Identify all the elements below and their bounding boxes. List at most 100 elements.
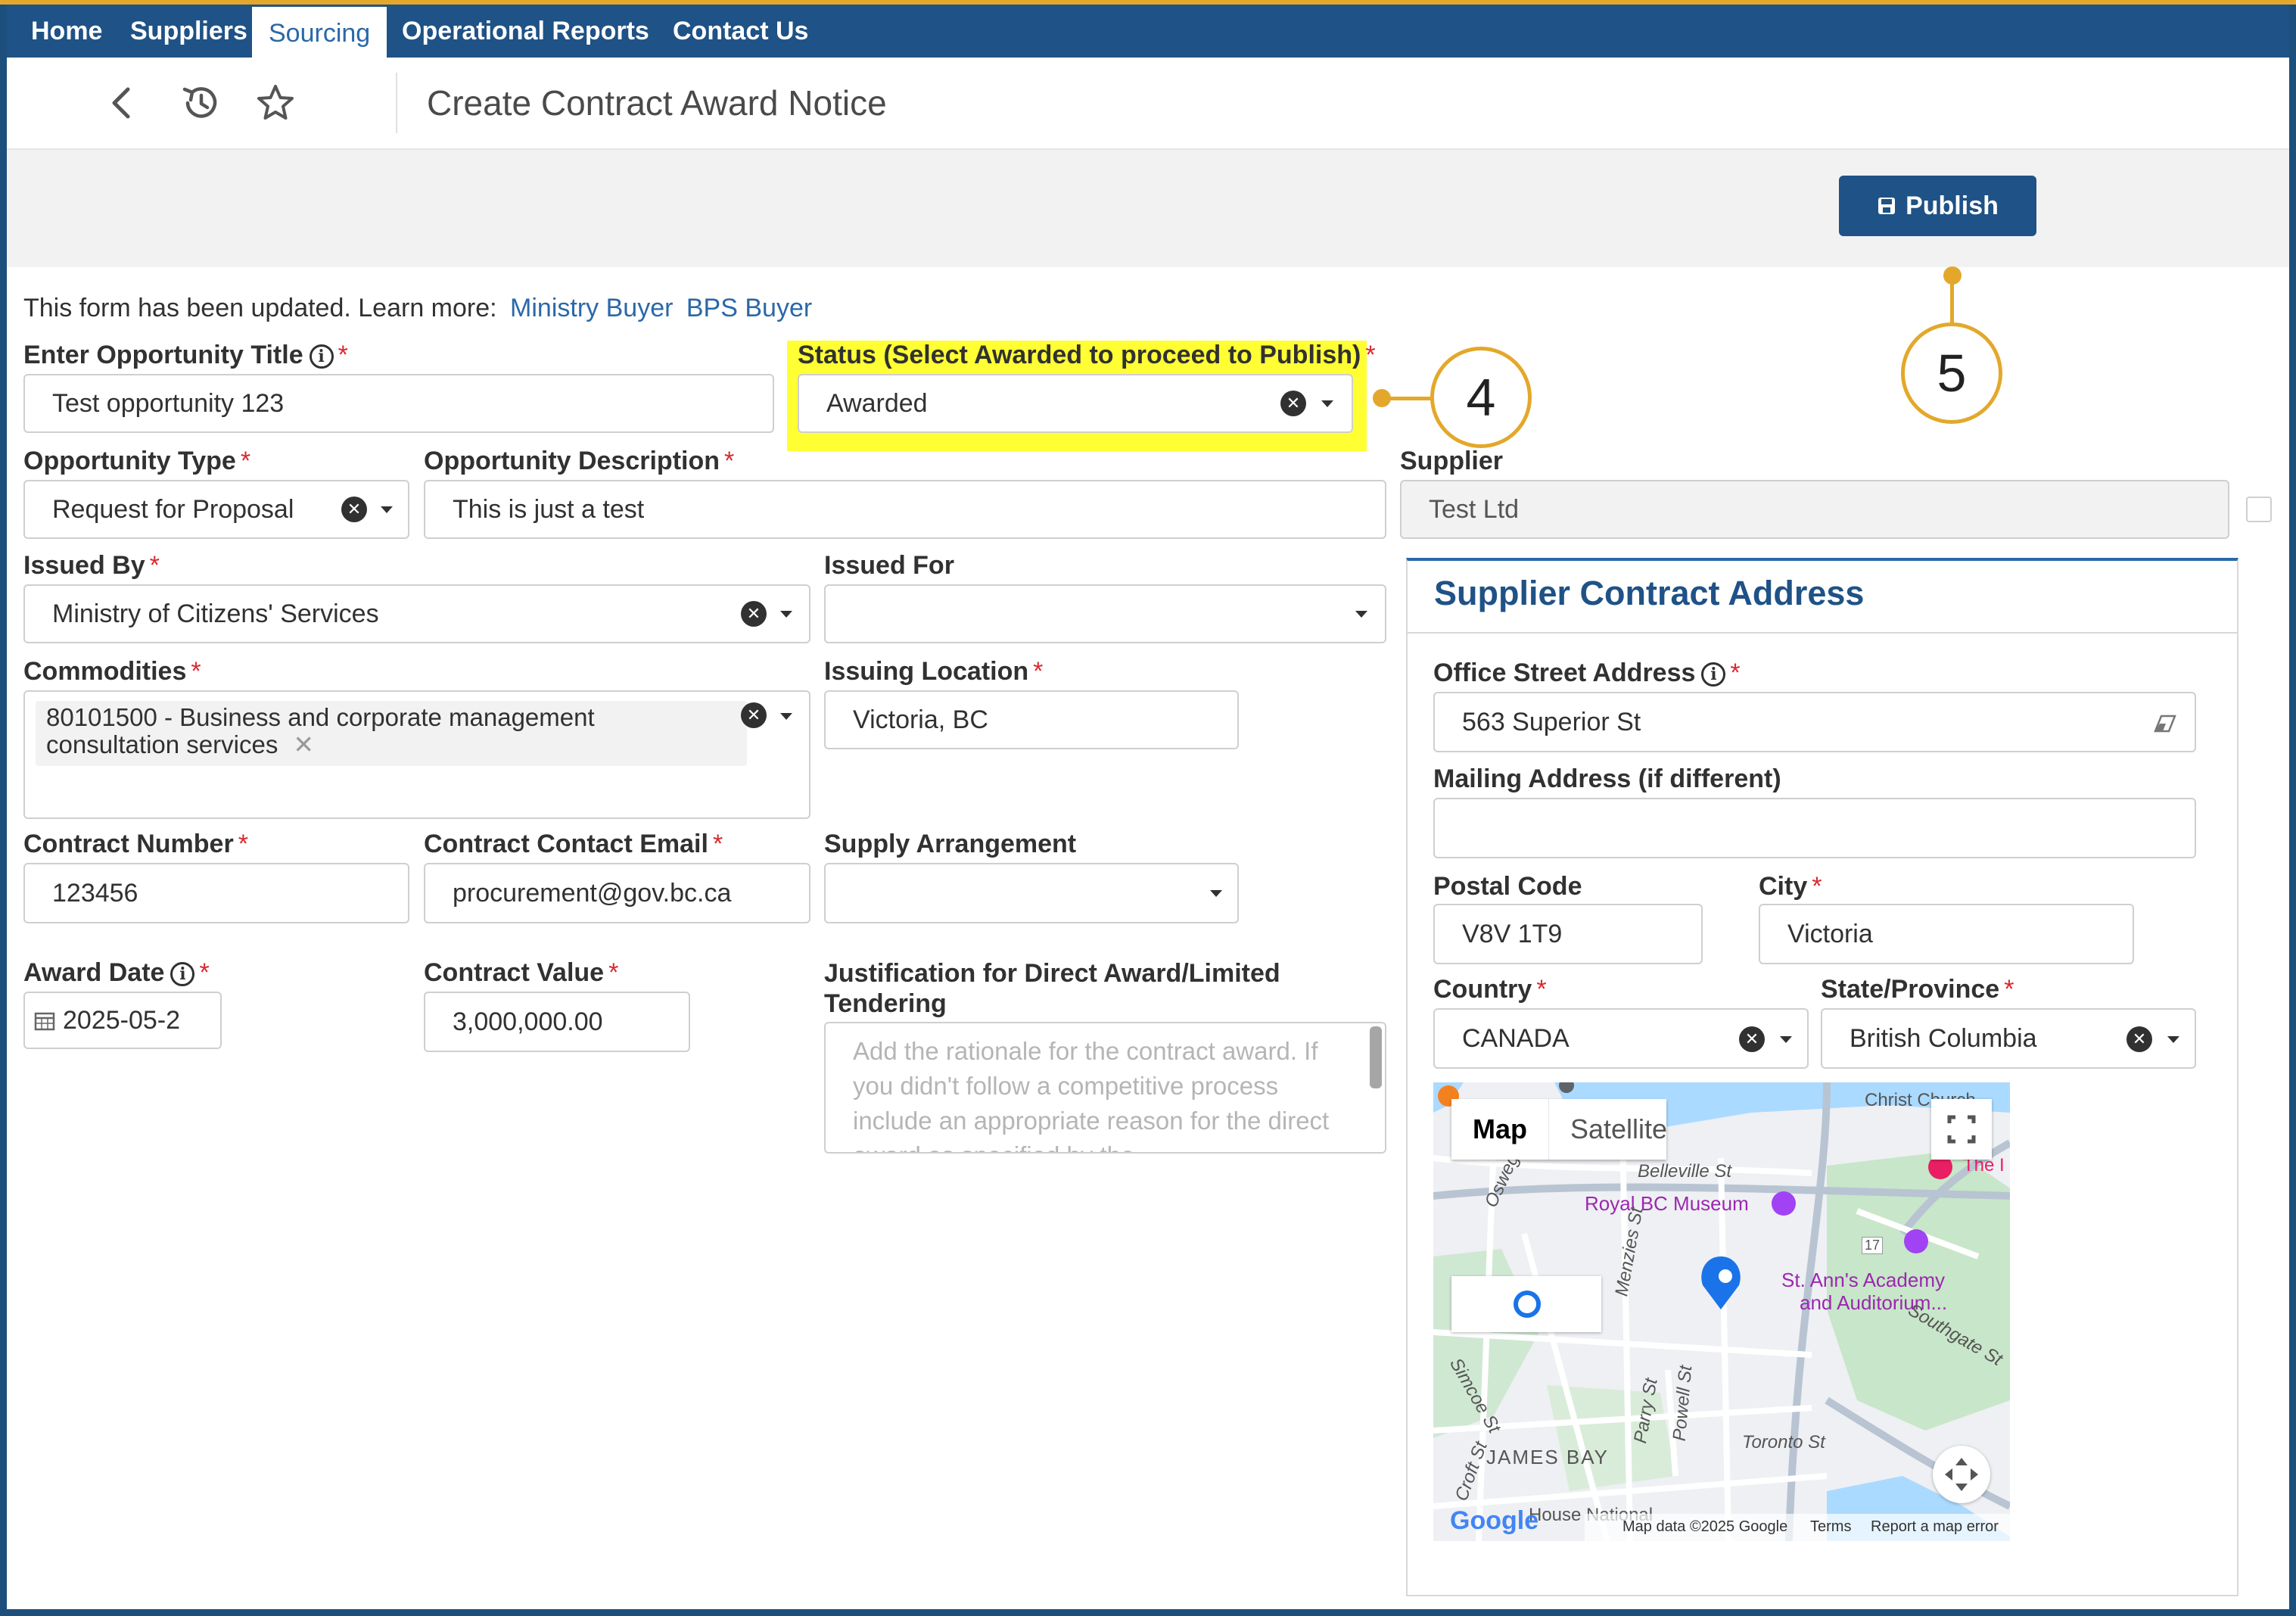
map-label-route-17: 17 [1862, 1237, 1884, 1254]
country-label: Country * [1433, 975, 1547, 1004]
street-address-input[interactable]: 563 Superior St [1433, 692, 2196, 752]
remove-tag-icon[interactable]: ✕ [293, 730, 314, 758]
issuing-location-input[interactable]: Victoria, BC [824, 690, 1239, 749]
opportunity-description-value: This is just a test [453, 494, 645, 524]
chevron-down-icon[interactable] [381, 506, 393, 513]
ministry-buyer-link[interactable]: Ministry Buyer [510, 294, 673, 322]
history-icon[interactable] [177, 79, 226, 127]
postal-code-input[interactable]: V8V 1T9 [1433, 904, 1703, 964]
contract-number-input[interactable]: 123456 [23, 863, 409, 923]
justification-textarea[interactable]: Add the rationale for the contract award… [824, 1022, 1386, 1154]
chevron-down-icon[interactable] [1355, 611, 1367, 618]
callout-4-line [1382, 397, 1432, 400]
fullscreen-button[interactable] [1931, 1099, 1992, 1160]
top-nav: Home Suppliers Sourcing Operational Repo… [7, 5, 2289, 58]
chevron-down-icon[interactable] [1210, 890, 1222, 897]
map-tab[interactable]: Map [1451, 1099, 1548, 1160]
contract-value-value: 3,000,000.00 [453, 1007, 603, 1036]
supplier-address-title: Supplier Contract Address [1434, 574, 1865, 612]
textarea-scrollbar[interactable] [1370, 1026, 1382, 1088]
contract-email-input[interactable]: procurement@gov.bc.ca [424, 863, 810, 923]
nav-suppliers[interactable]: Suppliers [114, 5, 264, 58]
state-province-value: British Columbia [1850, 1023, 2037, 1053]
country-value: CANADA [1462, 1023, 1570, 1053]
map-label-belleville: Belleville St [1638, 1161, 1732, 1182]
chevron-left-icon[interactable] [99, 79, 148, 127]
justification-label: Justification for Direct Award/Limited T… [824, 959, 1280, 1018]
nav-operational-reports[interactable]: Operational Reports [385, 5, 666, 58]
supplier-label: Supplier [1400, 447, 1504, 475]
my-location-icon [1514, 1291, 1541, 1318]
chevron-down-icon[interactable] [1780, 1036, 1792, 1043]
contract-email-label: Contract Contact Email * [424, 830, 723, 858]
star-icon[interactable] [251, 79, 300, 127]
chevron-down-icon[interactable] [1321, 400, 1333, 407]
postal-code-label: Postal Code [1433, 872, 1582, 901]
commodity-tag-line2: consultation services [46, 730, 278, 758]
issued-for-label: Issued For [824, 551, 954, 580]
callout-5-line [1950, 274, 1954, 322]
contract-number-label: Contract Number * [23, 830, 248, 858]
map-label-st-anns-1: St. Ann's Academy [1781, 1269, 1945, 1291]
justification-placeholder: Add the rationale for the contract award… [853, 1037, 1330, 1152]
country-select[interactable]: CANADA ✕ [1433, 1008, 1809, 1069]
issued-by-select[interactable]: Ministry of Citizens' Services ✕ [23, 584, 810, 643]
city-input[interactable]: Victoria [1759, 904, 2134, 964]
pan-control-button[interactable] [1933, 1446, 1990, 1503]
status-select[interactable]: Awarded ✕ [798, 374, 1353, 433]
nav-contact-us[interactable]: Contact Us [656, 5, 825, 58]
supply-arrangement-label: Supply Arrangement [824, 830, 1077, 858]
nav-home[interactable]: Home [14, 5, 119, 58]
issued-by-value: Ministry of Citizens' Services [52, 599, 379, 628]
clear-icon[interactable]: ✕ [1739, 1026, 1765, 1052]
status-label: Status (Select Awarded to proceed to Pub… [798, 341, 1376, 369]
opportunity-type-select[interactable]: Request for Proposal ✕ [23, 480, 409, 539]
contract-email-value: procurement@gov.bc.ca [453, 878, 732, 908]
commodity-tag: 80101500 - Business and corporate manage… [36, 701, 747, 766]
clear-icon[interactable]: ✕ [341, 497, 367, 522]
info-icon[interactable]: i [170, 962, 195, 986]
mailing-address-input[interactable] [1433, 798, 2196, 858]
award-date-input[interactable]: 2025-05-2 [23, 992, 222, 1049]
chevron-down-icon[interactable] [780, 611, 792, 618]
issued-for-select[interactable] [824, 584, 1386, 643]
chevron-down-icon[interactable] [2167, 1036, 2179, 1043]
postal-code-value: V8V 1T9 [1462, 919, 1563, 948]
satellite-tab[interactable]: Satellite [1548, 1099, 1688, 1160]
status-value: Awarded [826, 388, 928, 418]
supplier-checkbox[interactable] [2246, 497, 2272, 522]
state-province-select[interactable]: British Columbia ✕ [1821, 1008, 2196, 1069]
commodities-select[interactable]: 80101500 - Business and corporate manage… [23, 690, 810, 819]
fullscreen-icon [1947, 1115, 1976, 1144]
pan-icon [1945, 1458, 1978, 1491]
opportunity-title-input[interactable]: Test opportunity 123 [23, 374, 774, 433]
opportunity-type-value: Request for Proposal [52, 494, 294, 524]
calendar-icon[interactable] [34, 1010, 55, 1031]
info-icon[interactable]: i [1701, 662, 1726, 687]
opportunity-title-value: Test opportunity 123 [52, 388, 285, 418]
eraser-icon[interactable] [2152, 713, 2178, 734]
map-label-royal-bc-museum: Royal BC Museum [1585, 1192, 1749, 1215]
map-terms-link[interactable]: Terms [1810, 1518, 1851, 1536]
issuing-location-value: Victoria, BC [853, 705, 988, 734]
location-button[interactable] [1451, 1276, 1601, 1332]
map-label-toronto: Toronto St [1742, 1432, 1825, 1453]
clear-icon[interactable]: ✕ [2126, 1026, 2152, 1052]
publish-button[interactable]: Publish [1839, 176, 2036, 236]
map-report-error-link[interactable]: Report a map error [1871, 1518, 1999, 1536]
header-divider [396, 73, 397, 133]
map-label-james-bay: JAMES BAY [1486, 1446, 1610, 1468]
chevron-down-icon[interactable] [780, 713, 792, 720]
contract-value-input[interactable]: 3,000,000.00 [424, 992, 690, 1052]
clear-icon[interactable]: ✕ [1280, 391, 1306, 416]
city-label: City * [1759, 872, 1822, 901]
info-icon[interactable]: i [309, 344, 334, 369]
opportunity-description-input[interactable]: This is just a test [424, 480, 1386, 539]
nav-sourcing[interactable]: Sourcing [252, 5, 387, 58]
contract-number-value: 123456 [52, 878, 138, 908]
clear-icon[interactable]: ✕ [741, 601, 767, 627]
bps-buyer-link[interactable]: BPS Buyer [686, 294, 812, 322]
issuing-location-label: Issuing Location * [824, 657, 1044, 686]
clear-icon[interactable]: ✕ [741, 702, 767, 728]
supply-arrangement-select[interactable] [824, 863, 1239, 923]
